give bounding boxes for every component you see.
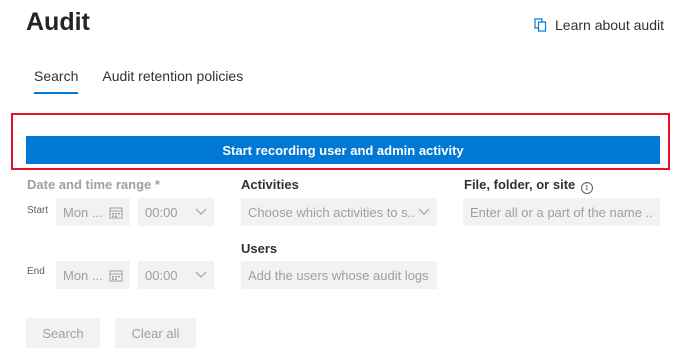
tab-bar: Search Audit retention policies <box>34 68 243 94</box>
end-date-picker[interactable]: Mon ... <box>56 261 130 289</box>
start-time-value: 00:00 <box>145 204 178 220</box>
learn-link-label: Learn about audit <box>555 17 664 33</box>
info-icon[interactable]: i <box>580 182 593 194</box>
clear-all-button[interactable]: Clear all <box>115 318 196 348</box>
file-folder-input[interactable]: Enter all or a part of the name ... <box>463 198 660 226</box>
file-folder-label: File, folder, or site i <box>464 177 593 194</box>
users-placeholder: Add the users whose audit logs y <box>248 267 430 283</box>
page-title: Audit <box>26 8 90 36</box>
calendar-icon <box>109 206 123 219</box>
activities-label: Activities <box>241 177 299 192</box>
calendar-icon <box>109 269 123 282</box>
users-label: Users <box>241 241 278 256</box>
required-marker: * <box>154 177 160 192</box>
search-button[interactable]: Search <box>26 318 100 348</box>
activities-placeholder: Choose which activities to s... <box>248 204 414 220</box>
date-range-label: Date and time range * <box>27 177 160 192</box>
start-date-picker[interactable]: Mon ... <box>56 198 130 226</box>
end-date-value: Mon ... <box>63 267 103 283</box>
file-folder-placeholder: Enter all or a part of the name ... <box>470 204 653 220</box>
activities-dropdown[interactable]: Choose which activities to s... <box>241 198 437 226</box>
start-label: Start <box>27 205 49 216</box>
start-date-value: Mon ... <box>63 204 103 220</box>
tab-audit-retention-policies[interactable]: Audit retention policies <box>102 68 243 94</box>
end-label: End <box>27 266 45 277</box>
file-folder-label-text: File, folder, or site <box>464 177 576 192</box>
learn-about-audit-link[interactable]: Learn about audit <box>534 17 664 33</box>
start-time-dropdown[interactable]: 00:00 <box>138 198 214 226</box>
start-recording-button[interactable]: Start recording user and admin activity <box>26 136 660 164</box>
document-copy-icon <box>534 18 547 32</box>
chevron-down-icon <box>418 208 430 216</box>
chevron-down-icon <box>195 271 207 279</box>
date-range-label-text: Date and time range <box>27 177 152 192</box>
chevron-down-icon <box>195 208 207 216</box>
end-time-dropdown[interactable]: 00:00 <box>138 261 214 289</box>
tab-search[interactable]: Search <box>34 68 79 94</box>
end-time-value: 00:00 <box>145 267 178 283</box>
users-input[interactable]: Add the users whose audit logs y <box>241 261 437 289</box>
